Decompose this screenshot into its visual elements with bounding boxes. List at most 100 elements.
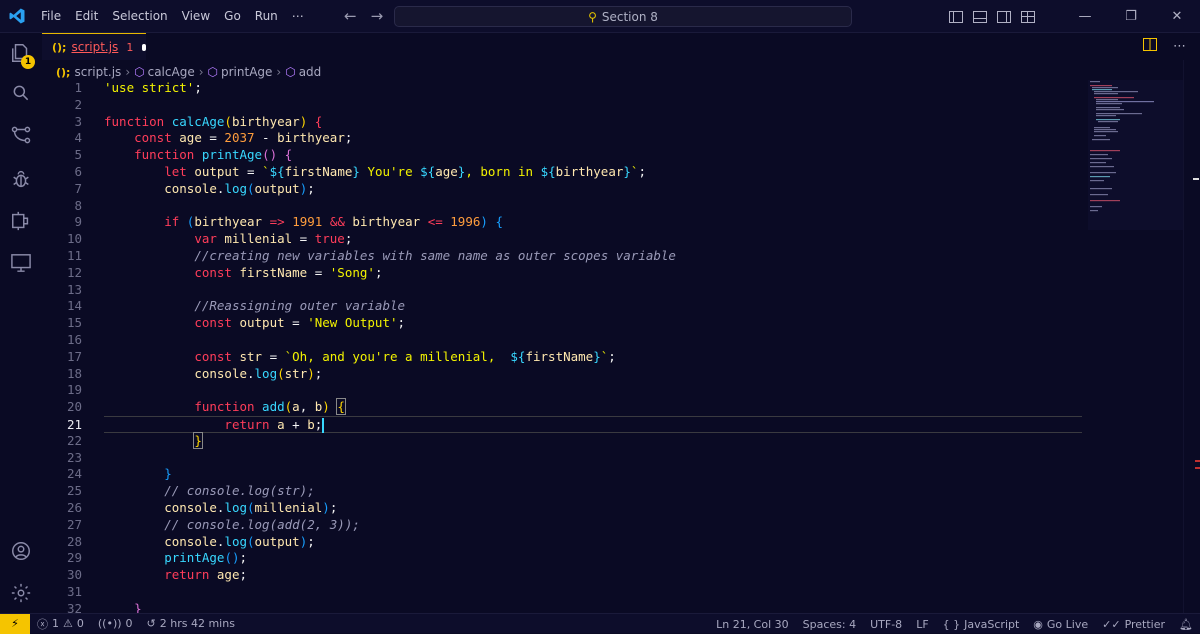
menu-view[interactable]: View bbox=[175, 0, 217, 33]
breadcrumb-add[interactable]: add bbox=[299, 65, 322, 79]
remote-indicator-icon[interactable]: ⚡ bbox=[0, 613, 30, 634]
code-text: console.log(output); bbox=[104, 534, 315, 551]
minimap[interactable] bbox=[1088, 80, 1183, 230]
code-line[interactable]: 19 bbox=[42, 382, 1082, 399]
code-token: b bbox=[307, 417, 315, 432]
indentation[interactable]: Spaces: 4 bbox=[796, 618, 863, 631]
code-line[interactable]: 3 function calcAge(birthyear) { bbox=[42, 114, 1082, 131]
chevron-right-icon: › bbox=[198, 65, 204, 79]
more-actions-icon[interactable]: ⋯ bbox=[1173, 39, 1186, 54]
code-text: printAge(); bbox=[104, 550, 247, 567]
tab-script-js[interactable]: (); script.js 1 bbox=[42, 33, 146, 60]
code-token: str bbox=[284, 365, 308, 381]
split-editor-icon[interactable] bbox=[1143, 38, 1157, 55]
back-arrow-icon[interactable]: ← bbox=[344, 7, 357, 25]
code-line[interactable]: 7 console.log(output); bbox=[42, 181, 1082, 198]
code-line[interactable]: 21 return a + b; bbox=[67, 416, 1082, 433]
ports-indicator[interactable]: ((•)) 0 bbox=[91, 617, 140, 630]
code-line[interactable]: 13 bbox=[42, 282, 1082, 299]
code-token: ; bbox=[307, 533, 315, 549]
encoding[interactable]: UTF-8 bbox=[863, 618, 909, 631]
code-line[interactable]: 30 return age; bbox=[42, 567, 1082, 584]
code-line[interactable]: 9 if (birthyear => 1991 && birthyear <= … bbox=[42, 214, 1082, 231]
code-line[interactable]: 26 console.log(millenial); bbox=[42, 500, 1082, 517]
code-token: ${ bbox=[269, 164, 285, 179]
extensions-icon[interactable] bbox=[0, 201, 42, 241]
code-line[interactable]: 4 const age = 2037 - birthyear; bbox=[42, 130, 1082, 147]
prettier-button[interactable]: ✓✓ Prettier bbox=[1095, 618, 1172, 631]
time-tracker[interactable]: ↺ 2 hrs 42 mins bbox=[140, 617, 242, 630]
code-line[interactable]: 1 'use strict'; bbox=[42, 80, 1082, 97]
code-line[interactable]: 8 bbox=[42, 198, 1082, 215]
problems-indicator[interactable]: ⓧ 1 ⚠ 0 bbox=[30, 616, 91, 632]
restore-icon[interactable]: ❐ bbox=[1108, 0, 1154, 33]
breadcrumb-printage[interactable]: printAge bbox=[221, 65, 272, 79]
account-icon[interactable] bbox=[0, 531, 42, 571]
code-editor[interactable]: 1'use strict'; 2 3 function calcAge(birthye… bbox=[42, 80, 1082, 616]
code-line[interactable]: 12 const firstName = 'Song'; bbox=[42, 265, 1082, 282]
menu-run[interactable]: Run bbox=[248, 0, 285, 33]
code-line[interactable]: 20 function add(a, b) { bbox=[42, 398, 1082, 416]
code-token: ) bbox=[480, 214, 488, 230]
end-of-line[interactable]: LF bbox=[909, 618, 935, 631]
unsaved-dot-icon[interactable] bbox=[142, 43, 146, 51]
code-line[interactable]: 31 bbox=[42, 584, 1082, 601]
command-center[interactable]: ⚲ Section 8 bbox=[394, 6, 852, 27]
code-line[interactable]: 2 bbox=[42, 97, 1082, 114]
code-line[interactable]: 11 //creating new variables with same na… bbox=[42, 248, 1082, 265]
vertical-scrollbar[interactable] bbox=[1182, 60, 1200, 613]
close-icon[interactable]: ✕ bbox=[1154, 0, 1200, 33]
search-icon[interactable] bbox=[0, 73, 42, 113]
breadcrumb-calcage[interactable]: calcAge bbox=[148, 65, 195, 79]
code-line[interactable]: 17 const str = `Oh, and you're a milleni… bbox=[42, 349, 1082, 366]
code-line[interactable]: 5 function printAge() { bbox=[42, 147, 1082, 164]
menu-edit[interactable]: Edit bbox=[68, 0, 105, 33]
line-number: 15 bbox=[66, 315, 82, 331]
minimize-icon[interactable]: — bbox=[1062, 0, 1108, 33]
cursor-position[interactable]: Ln 21, Col 30 bbox=[709, 618, 796, 631]
code-token: = bbox=[307, 264, 330, 280]
code-line[interactable]: 24 } bbox=[42, 466, 1082, 483]
language-mode[interactable]: { } JavaScript bbox=[936, 618, 1027, 631]
menu-more[interactable]: ⋯ bbox=[285, 0, 311, 33]
code-token: = bbox=[239, 164, 263, 179]
code-line[interactable]: 28 console.log(output); bbox=[42, 534, 1082, 551]
menu-file[interactable]: File bbox=[34, 0, 68, 33]
code-line[interactable]: 18 console.log(str); bbox=[42, 366, 1082, 383]
method-cube-icon: ⬡ bbox=[207, 65, 218, 79]
code-token: = bbox=[284, 315, 308, 331]
forward-arrow-icon[interactable]: → bbox=[371, 7, 384, 25]
customize-layout-icon[interactable] bbox=[1016, 0, 1040, 33]
files-icon[interactable]: 1 bbox=[0, 33, 42, 73]
toggle-secondary-sidebar-icon[interactable] bbox=[992, 0, 1016, 33]
code-token: birthyear bbox=[352, 214, 421, 230]
code-token: log bbox=[224, 533, 248, 549]
remote-explorer-icon[interactable] bbox=[0, 243, 42, 283]
menu-go[interactable]: Go bbox=[217, 0, 248, 33]
code-line[interactable]: 25 // console.log(str); bbox=[42, 483, 1082, 500]
breadcrumb-file[interactable]: script.js bbox=[74, 65, 121, 79]
notifications-bell-icon[interactable]: 🔔︎ bbox=[1172, 618, 1200, 631]
code-token: ; bbox=[239, 567, 248, 583]
settings-gear-icon[interactable] bbox=[0, 573, 42, 613]
code-line[interactable]: 27 // console.log(add(2, 3)); bbox=[42, 517, 1082, 534]
code-line[interactable]: 6 let output = `${firstName} You're ${ag… bbox=[42, 164, 1082, 181]
code-line[interactable]: 22 } bbox=[42, 431, 1082, 450]
line-number: 25 bbox=[66, 483, 82, 499]
debug-icon[interactable] bbox=[0, 159, 42, 199]
menu-selection[interactable]: Selection bbox=[105, 0, 174, 33]
line-number: 6 bbox=[74, 164, 82, 179]
code-token: ; bbox=[344, 130, 353, 146]
toggle-panel-icon[interactable] bbox=[968, 0, 992, 33]
code-line[interactable]: 14 //Reassigning outer variable bbox=[42, 298, 1082, 315]
source-control-icon[interactable] bbox=[0, 115, 42, 155]
code-token: } bbox=[193, 431, 203, 449]
go-live-button[interactable]: ◉ Go Live bbox=[1026, 618, 1095, 631]
code-line[interactable]: 29 printAge(); bbox=[42, 550, 1082, 567]
code-line[interactable]: 16 bbox=[42, 332, 1082, 349]
code-line[interactable]: 15 const output = 'New Output'; bbox=[42, 315, 1082, 332]
toggle-primary-sidebar-icon[interactable] bbox=[944, 0, 968, 33]
code-line[interactable]: 23 bbox=[42, 450, 1082, 467]
code-line[interactable]: 10 var millenial = true; bbox=[42, 231, 1082, 248]
